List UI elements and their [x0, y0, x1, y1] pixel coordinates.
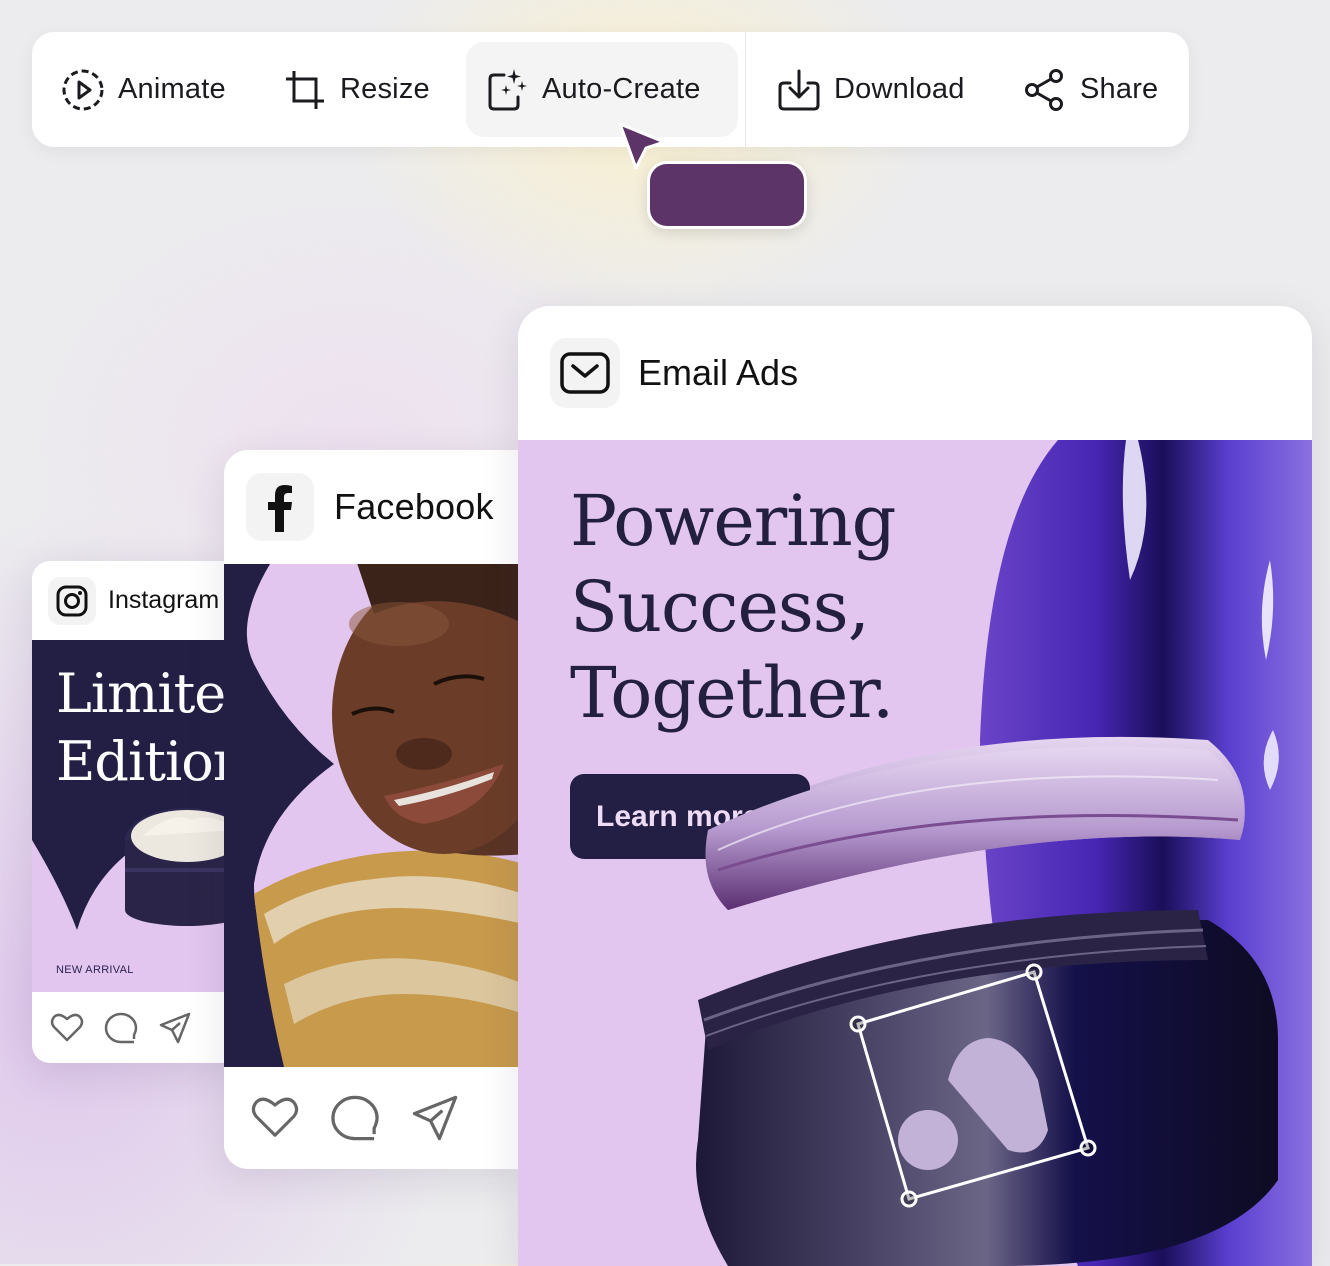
- instagram-headline-line-2: Edition: [56, 730, 242, 793]
- animate-button[interactable]: Animate: [60, 42, 226, 137]
- new-arrival-tag: NEW ARRIVAL: [56, 964, 134, 976]
- share-icon: [1025, 68, 1063, 111]
- jar-lid-overlay: [705, 746, 1245, 910]
- email-headline-line-2: Success,: [570, 566, 870, 648]
- facebook-ad-creative: [224, 564, 524, 1067]
- animate-play-circle-icon: [62, 69, 104, 110]
- instagram-card[interactable]: Instagram Limited Edition NEW ARRIVAL: [32, 561, 242, 1063]
- email-headline: Powering Success, Together.: [570, 478, 896, 736]
- instagram-label: Instagram: [108, 586, 220, 614]
- instagram-card-header: Instagram: [32, 561, 242, 640]
- facebook-icon: [268, 485, 292, 532]
- download-label: Download: [834, 73, 965, 105]
- resize-label: Resize: [340, 73, 430, 105]
- comment-icon[interactable]: [330, 1093, 380, 1143]
- instagram-icon: [56, 585, 88, 616]
- instagram-icon-tile: [48, 576, 96, 625]
- send-icon[interactable]: [410, 1093, 460, 1143]
- facebook-ad-photo: [246, 564, 524, 1067]
- resize-button[interactable]: Resize: [282, 42, 430, 137]
- animate-label: Animate: [118, 73, 226, 105]
- instagram-actions: [32, 992, 242, 1063]
- cursor-label-badge: [647, 161, 807, 229]
- facebook-actions: [224, 1067, 524, 1169]
- auto-create-label: Auto-Create: [542, 73, 701, 105]
- heart-icon[interactable]: [50, 1012, 84, 1044]
- facebook-icon-tile: [246, 473, 314, 541]
- email-card-header: Email Ads: [518, 306, 1312, 440]
- instagram-headline: Limited Edition: [56, 660, 242, 796]
- download-icon: [778, 69, 820, 110]
- instagram-headline-line-1: Limited: [56, 662, 242, 725]
- email-ads-card[interactable]: Email Ads Powering Success, Together. Le…: [518, 306, 1312, 1266]
- email-ad-creative: Powering Success, Together. Learn more: [518, 440, 1312, 1266]
- facebook-label: Facebook: [334, 486, 494, 527]
- heart-icon[interactable]: [250, 1095, 300, 1141]
- facebook-card-header: Facebook: [224, 450, 524, 564]
- mail-icon: [560, 352, 610, 394]
- facebook-card[interactable]: Facebook: [224, 450, 524, 1169]
- toolbar-divider: [745, 32, 746, 147]
- share-label: Share: [1080, 73, 1159, 105]
- instagram-ad-creative: Limited Edition NEW ARRIVAL: [32, 640, 242, 992]
- comment-icon[interactable]: [104, 1011, 138, 1045]
- toolbar: Animate Resize Auto-Create Download Shar…: [32, 32, 1189, 147]
- send-icon[interactable]: [158, 1011, 192, 1045]
- mail-icon-tile: [550, 338, 620, 408]
- download-button[interactable]: Download: [776, 42, 965, 137]
- email-headline-line-3: Together.: [570, 652, 894, 734]
- email-headline-line-1: Powering: [570, 480, 896, 562]
- auto-create-button[interactable]: Auto-Create: [466, 42, 738, 137]
- sparkle-frame-icon: [488, 68, 527, 110]
- email-ads-label: Email Ads: [638, 352, 799, 393]
- share-button[interactable]: Share: [1022, 42, 1158, 137]
- crop-icon: [286, 70, 324, 109]
